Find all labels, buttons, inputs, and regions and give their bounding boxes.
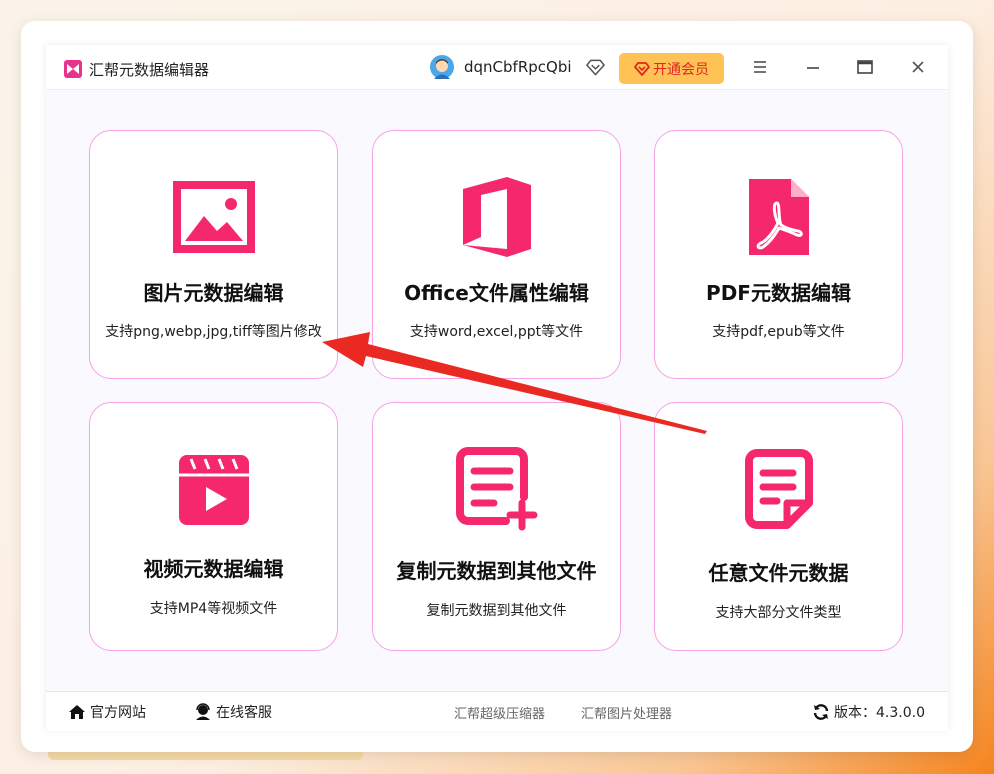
card-description: 复制元数据到其他文件 (426, 603, 567, 619)
title-bar: 汇帮元数据编辑器 dqnCbfRpcQbi 开通会员 (46, 45, 948, 90)
minimize-icon[interactable] (803, 57, 823, 77)
card-title: 视频元数据编辑 (143, 557, 284, 581)
compressor-label: 汇帮超级压缩器 (454, 707, 546, 722)
online-support-label: 在线客服 (216, 705, 272, 721)
card-description: 支持word,excel,ppt等文件 (409, 324, 584, 340)
vip-diamond-icon (634, 61, 650, 76)
vip-button-label: 开通会员 (653, 61, 709, 78)
card-image-metadata[interactable]: 图片元数据编辑 支持png,webp,jpg,tiff等图片修改 (89, 130, 338, 379)
card-video-metadata[interactable]: 视频元数据编辑 支持MP4等视频文件 (89, 402, 338, 651)
card-description: 支持MP4等视频文件 (149, 601, 278, 617)
home-icon (69, 705, 85, 719)
official-website-label: 官方网站 (90, 705, 146, 721)
card-description: 支持pdf,epub等文件 (712, 324, 845, 340)
footer-bar: 官方网站 在线客服 汇帮超级压缩器 汇帮图片处理器 版本：4.3.0.0 (46, 691, 948, 731)
app-title: 汇帮元数据编辑器 (89, 61, 210, 79)
background-strip (48, 752, 363, 760)
video-icon (178, 455, 249, 525)
official-website-link[interactable]: 官方网站 (68, 702, 146, 722)
main-content: 图片元数据编辑 支持png,webp,jpg,tiff等图片修改 Office文… (46, 90, 948, 691)
app-logo-icon (64, 60, 82, 78)
vip-button[interactable]: 开通会员 (619, 53, 724, 84)
card-title: 任意文件元数据 (708, 561, 849, 585)
pdf-icon (748, 179, 809, 255)
card-title: PDF元数据编辑 (706, 281, 851, 305)
file-note-icon (744, 449, 813, 529)
support-icon (196, 703, 210, 720)
close-icon[interactable] (908, 57, 928, 77)
card-office-properties[interactable]: Office文件属性编辑 支持word,excel,ppt等文件 (372, 130, 621, 379)
image-icon (172, 181, 255, 253)
online-support-link[interactable]: 在线客服 (194, 702, 272, 722)
office-icon (462, 177, 531, 257)
card-title: 复制元数据到其他文件 (396, 559, 597, 583)
card-description: 支持png,webp,jpg,tiff等图片修改 (105, 324, 322, 340)
card-description: 支持大部分文件类型 (715, 605, 842, 621)
image-tool-link[interactable]: 汇帮图片处理器 (581, 703, 672, 722)
diamond-icon[interactable] (586, 58, 605, 76)
image-tool-label: 汇帮图片处理器 (581, 707, 673, 722)
menu-icon[interactable] (750, 57, 770, 77)
card-copy-metadata[interactable]: 复制元数据到其他文件 复制元数据到其他文件 (372, 402, 621, 651)
compressor-link[interactable]: 汇帮超级压缩器 (454, 703, 545, 722)
card-title: Office文件属性编辑 (404, 281, 589, 305)
refresh-icon (813, 704, 829, 720)
maximize-icon[interactable] (855, 57, 875, 77)
card-pdf-metadata[interactable]: PDF元数据编辑 支持pdf,epub等文件 (654, 130, 903, 379)
copy-doc-icon (455, 447, 537, 531)
version-label: 版本：4.3.0.0 (834, 705, 925, 721)
user-avatar[interactable] (430, 55, 454, 79)
username[interactable]: dqnCbfRpcQbi (464, 58, 572, 76)
version-info[interactable]: 版本：4.3.0.0 (812, 702, 925, 722)
card-title: 图片元数据编辑 (143, 281, 284, 305)
card-any-file-metadata[interactable]: 任意文件元数据 支持大部分文件类型 (654, 402, 903, 651)
app-window: 汇帮元数据编辑器 dqnCbfRpcQbi 开通会员 图片元数据编辑 支持png… (46, 45, 948, 731)
